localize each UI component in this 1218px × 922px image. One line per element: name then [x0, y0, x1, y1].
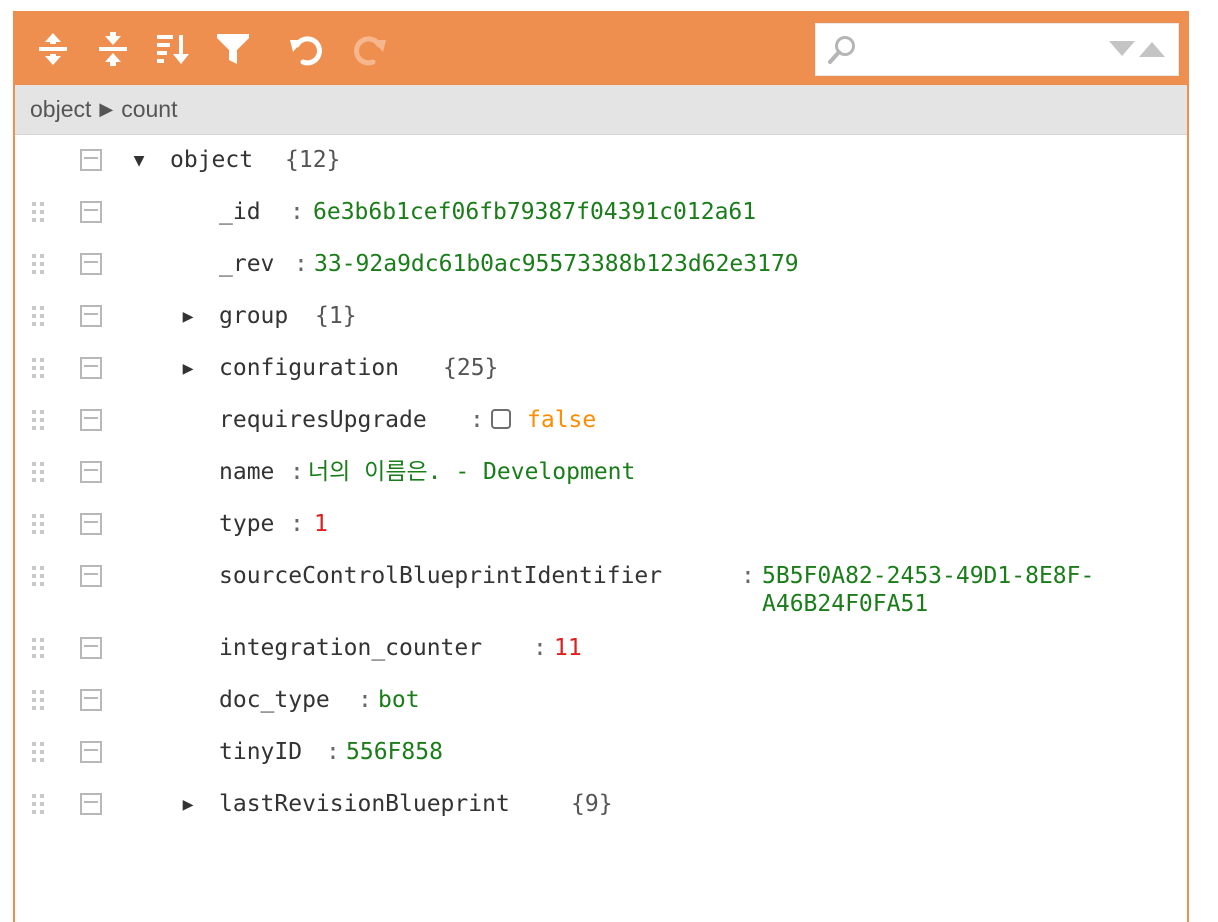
drag-handle-icon[interactable]	[32, 410, 46, 434]
drag-handle-icon[interactable]	[32, 742, 46, 766]
field-value[interactable]: bot	[378, 686, 420, 714]
redo-icon	[354, 36, 386, 66]
drag-handle-icon[interactable]	[32, 514, 46, 538]
drag-handle-icon[interactable]	[32, 690, 46, 714]
field-value[interactable]: 556F858	[346, 738, 443, 766]
field-name[interactable]: sourceControlBlueprintIdentifier	[219, 562, 662, 590]
context-menu-button[interactable]	[80, 149, 102, 171]
expand-all-button[interactable]	[33, 27, 73, 71]
context-menu-button[interactable]	[80, 461, 102, 483]
sort-icon	[157, 35, 189, 64]
field-name[interactable]: type	[219, 510, 274, 538]
field-separator: :	[290, 459, 304, 485]
filter-icon	[217, 34, 249, 64]
field-separator: :	[533, 635, 547, 661]
search-icon	[828, 36, 855, 64]
json-editor: object ▶ count ▼ object {12} _id : 6e3b6…	[13, 11, 1189, 922]
drag-handle-icon[interactable]	[32, 358, 46, 382]
context-menu-button[interactable]	[80, 305, 102, 327]
field-value[interactable]: 너의 이름은. - Development	[308, 458, 635, 486]
breadcrumb-separator-icon: ▶	[99, 99, 114, 119]
context-menu-button[interactable]	[80, 513, 102, 535]
field-value[interactable]: 11	[554, 634, 582, 662]
breadcrumb-item-count[interactable]: count	[121, 96, 177, 123]
field-separator: :	[741, 563, 755, 589]
expand-toggle-icon[interactable]: ▶	[177, 792, 199, 816]
field-name[interactable]: name	[219, 458, 274, 486]
drag-handle-icon[interactable]	[32, 566, 46, 590]
context-menu-button[interactable]	[80, 357, 102, 379]
undo-icon	[290, 36, 322, 66]
field-value[interactable]: 6e3b6b1cef06fb79387f04391c012a61	[313, 198, 756, 226]
field-value[interactable]: 33-92a9dc61b0ac95573388b123d62e3179	[314, 250, 799, 278]
undo-button[interactable]	[287, 27, 327, 71]
field-separator: :	[290, 199, 304, 225]
search-previous-button[interactable]	[1138, 40, 1166, 58]
context-menu-button[interactable]	[80, 565, 102, 587]
expand-toggle-icon[interactable]: ▶	[177, 356, 199, 380]
collapse-all-icon	[99, 32, 127, 66]
drag-handle-icon[interactable]	[32, 794, 46, 818]
field-separator: :	[290, 511, 304, 537]
field-value-line-2[interactable]: A46B24F0FA51	[762, 590, 928, 618]
search-next-button[interactable]	[1108, 40, 1136, 58]
context-menu-button[interactable]	[80, 201, 102, 223]
collapse-toggle-icon[interactable]: ▼	[128, 148, 150, 172]
drag-handle-icon[interactable]	[32, 306, 46, 330]
field-value[interactable]: 1	[314, 510, 328, 538]
drag-handle-icon[interactable]	[32, 202, 46, 226]
child-count: {12}	[285, 147, 341, 173]
context-menu-button[interactable]	[80, 689, 102, 711]
field-name[interactable]: requiresUpgrade	[219, 406, 427, 434]
search-box	[815, 23, 1179, 76]
field-name[interactable]: doc_type	[219, 686, 330, 714]
field-name[interactable]: configuration	[219, 354, 399, 382]
sort-button[interactable]	[153, 27, 193, 71]
field-name[interactable]: _rev	[219, 250, 274, 278]
toolbar	[15, 13, 1187, 85]
child-count: {1}	[315, 303, 357, 329]
context-menu-button[interactable]	[80, 409, 102, 431]
child-count: {25}	[443, 355, 499, 381]
drag-handle-icon[interactable]	[32, 462, 46, 486]
redo-button[interactable]	[349, 27, 389, 71]
drag-handle-icon[interactable]	[32, 638, 46, 662]
field-name[interactable]: group	[219, 302, 288, 330]
context-menu-button[interactable]	[80, 253, 102, 275]
field-value[interactable]: false	[527, 406, 596, 434]
field-separator: :	[470, 407, 484, 433]
drag-handle-icon[interactable]	[32, 254, 46, 278]
field-name[interactable]: lastRevisionBlueprint	[219, 790, 510, 818]
field-value-line-1[interactable]: 5B5F0A82-2453-49D1-8E8F-	[762, 562, 1094, 590]
field-name[interactable]: tinyID	[219, 738, 302, 766]
collapse-all-button[interactable]	[93, 27, 133, 71]
field-name[interactable]: object	[170, 146, 253, 174]
field-name[interactable]: _id	[219, 198, 261, 226]
context-menu-button[interactable]	[80, 793, 102, 815]
child-count: {9}	[571, 791, 613, 817]
expand-all-icon	[39, 33, 67, 65]
context-menu-button[interactable]	[80, 741, 102, 763]
breadcrumb-item-object[interactable]: object	[30, 96, 91, 123]
field-separator: :	[294, 251, 308, 277]
breadcrumb: object ▶ count	[15, 85, 1187, 135]
boolean-checkbox[interactable]	[491, 409, 511, 429]
context-menu-button[interactable]	[80, 637, 102, 659]
field-name[interactable]: integration_counter	[219, 634, 482, 662]
expand-toggle-icon[interactable]: ▶	[177, 304, 199, 328]
filter-button[interactable]	[213, 27, 253, 71]
search-input[interactable]	[858, 32, 1088, 68]
field-separator: :	[326, 739, 340, 765]
field-separator: :	[358, 687, 372, 713]
